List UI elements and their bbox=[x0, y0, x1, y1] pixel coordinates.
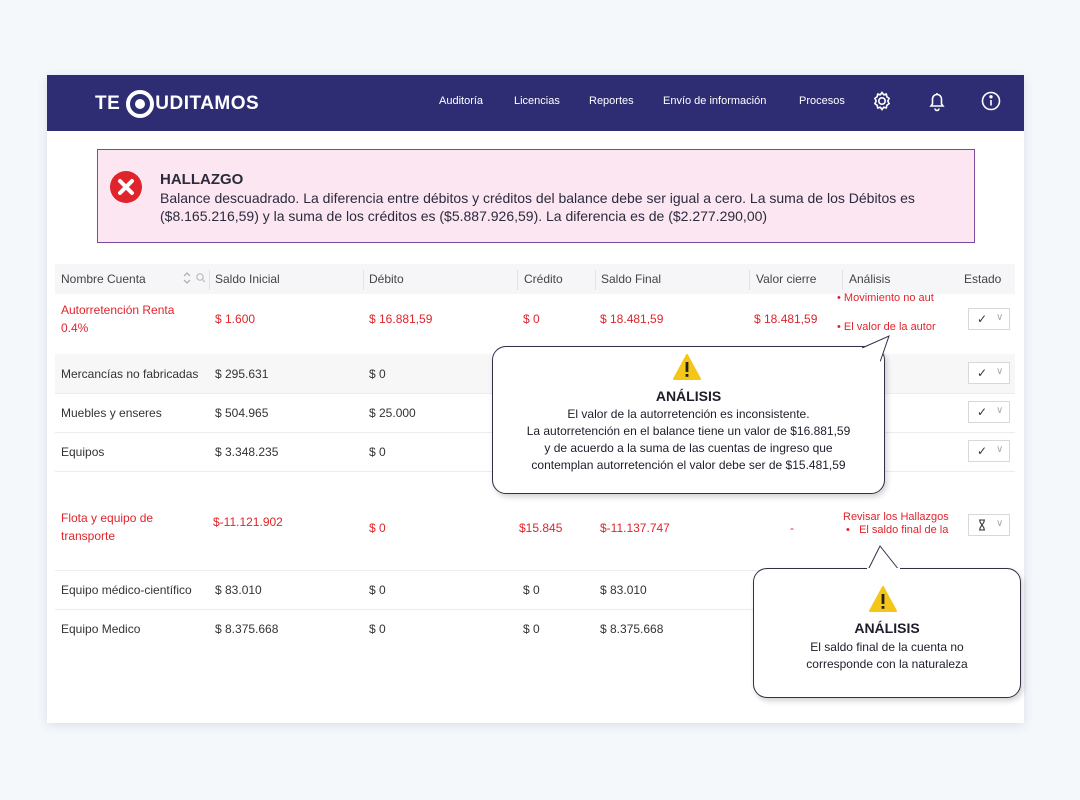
analisis-tooltip-autorretencion: ANÁLISIS El valor de la autorretención e… bbox=[492, 346, 885, 494]
tooltip-line: y de acuerdo a la suma de las cuentas de… bbox=[544, 441, 833, 455]
cell-saldo-final: $ 18.481,59 bbox=[600, 312, 664, 326]
col-estado[interactable]: Estado bbox=[964, 272, 1001, 286]
column-divider bbox=[749, 270, 750, 290]
nav-item-procesos[interactable]: Procesos bbox=[799, 95, 845, 107]
alert-title: HALLAZGO bbox=[160, 171, 244, 188]
analisis-bullet-text: El valor de la autor bbox=[843, 321, 936, 333]
hallazgo-alert: HALLAZGO Balance descuadrado. La diferen… bbox=[97, 149, 975, 243]
col-valor-cierre[interactable]: Valor cierre bbox=[756, 272, 816, 286]
status-dropdown[interactable]: ✓ ∨ bbox=[968, 308, 1010, 330]
info-icon[interactable] bbox=[979, 89, 1003, 113]
tooltip-line: El valor de la autorretención es inconsi… bbox=[567, 407, 810, 421]
warning-icon bbox=[672, 353, 702, 381]
hourglass-icon bbox=[979, 519, 985, 531]
analisis-tooltip-saldo-final: ANÁLISIS El saldo final de la cuenta no … bbox=[753, 568, 1021, 698]
tooltip-line: La autorretención en el balance tiene un… bbox=[526, 424, 851, 438]
cell-debito: $ 0 bbox=[369, 622, 386, 636]
bell-icon[interactable] bbox=[925, 89, 949, 113]
cell-saldo-inicial: $ 8.375.668 bbox=[215, 622, 279, 636]
warning-icon bbox=[868, 585, 898, 613]
cell-nombre: Equipo médico-científico bbox=[61, 583, 192, 597]
cell-credito: $ 0 bbox=[523, 583, 540, 597]
tooltip-line: corresponde con la naturaleza bbox=[806, 657, 968, 671]
col-analisis[interactable]: Análisis bbox=[849, 272, 890, 286]
cell-saldo-final: $ 8.375.668 bbox=[600, 622, 664, 636]
col-saldo-final[interactable]: Saldo Final bbox=[601, 272, 661, 286]
analisis-bullet-text: Movimiento no aut bbox=[843, 292, 934, 304]
column-divider bbox=[209, 270, 210, 290]
check-icon: ✓ bbox=[977, 312, 988, 326]
cell-valor-cierre: - bbox=[790, 521, 794, 535]
cell-nombre: Equipos bbox=[61, 445, 105, 459]
tooltip-pointer bbox=[860, 335, 890, 364]
chevron-down-icon: ∨ bbox=[996, 366, 1004, 377]
cell-credito: $15.845 bbox=[519, 521, 563, 535]
cell-credito: $ 0 bbox=[523, 312, 540, 326]
cell-debito: $ 25.000 bbox=[369, 406, 416, 420]
analisis-bullet[interactable]: • El valor de la autor bbox=[837, 321, 949, 333]
status-dropdown[interactable]: ✓ ∨ bbox=[968, 401, 1010, 423]
analisis-bullet[interactable]: • Movimiento no aut bbox=[837, 292, 949, 304]
gear-icon[interactable] bbox=[870, 89, 894, 113]
status-dropdown[interactable]: ✓ ∨ bbox=[968, 362, 1010, 384]
cell-saldo-inicial: $ 1.600 bbox=[215, 312, 256, 326]
check-icon: ✓ bbox=[977, 405, 988, 419]
col-nombre-cuenta[interactable]: Nombre Cuenta bbox=[61, 272, 146, 286]
nav-item-envio-informacion[interactable]: Envío de información bbox=[663, 95, 766, 107]
cell-credito: $ 0 bbox=[523, 622, 540, 636]
alert-message: Balance descuadrado. La diferencia entre… bbox=[160, 190, 915, 224]
cell-saldo-final: $ 83.010 bbox=[600, 583, 647, 597]
col-saldo-inicial[interactable]: Saldo Inicial bbox=[215, 272, 280, 286]
cell-nombre: Equipo Medico bbox=[61, 622, 141, 636]
chevron-down-icon: ∨ bbox=[996, 405, 1004, 416]
check-icon: ✓ bbox=[977, 366, 988, 380]
status-dropdown[interactable]: ∨ bbox=[968, 514, 1010, 536]
column-divider bbox=[363, 270, 364, 290]
table-header: Nombre Cuenta Saldo Inicial Débito Crédi… bbox=[55, 264, 1015, 294]
column-divider bbox=[517, 270, 518, 290]
cell-nombre: Muebles y enseres bbox=[61, 406, 162, 420]
cell-debito: $ 0 bbox=[369, 367, 386, 381]
sort-search-icon[interactable] bbox=[181, 271, 209, 285]
tooltip-line: contemplan autorretención el valor debe … bbox=[531, 458, 846, 472]
cell-debito: $ 0 bbox=[369, 521, 386, 535]
tooltip-pointer bbox=[867, 545, 900, 571]
analisis-bullet-text: El saldo final de la bbox=[859, 524, 949, 536]
tooltip-title: ANÁLISIS bbox=[854, 620, 920, 636]
cell-saldo-final: $-11.137.747 bbox=[600, 521, 670, 535]
nav-item-licencias[interactable]: Licencias bbox=[514, 95, 560, 107]
cell-saldo-inicial: $ 295.631 bbox=[215, 367, 269, 381]
cell-debito: $ 0 bbox=[369, 583, 386, 597]
chevron-down-icon: ∨ bbox=[996, 444, 1004, 455]
cell-debito: $ 16.881,59 bbox=[369, 312, 433, 326]
tooltip-line: El saldo final de la cuenta no bbox=[810, 640, 964, 654]
col-credito[interactable]: Crédito bbox=[524, 272, 563, 286]
cell-nombre: Mercancías no fabricadas bbox=[61, 367, 199, 381]
cell-saldo-inicial: $-11.121.902 bbox=[213, 515, 283, 529]
cell-nombre: Flota y equipo de transporte bbox=[61, 511, 154, 543]
nav-item-auditoria[interactable]: Auditoría bbox=[439, 95, 483, 107]
chevron-down-icon: ∨ bbox=[996, 518, 1004, 529]
top-navbar: TE UDITAMOS Auditoría Licencias Reportes… bbox=[47, 75, 1024, 131]
analisis-review-link[interactable]: Revisar los Hallazgos bbox=[843, 511, 949, 523]
nav-item-reportes[interactable]: Reportes bbox=[589, 95, 634, 107]
analisis-bullet[interactable]: • El saldo final de la bbox=[843, 524, 961, 536]
chevron-down-icon: ∨ bbox=[996, 312, 1004, 323]
tooltip-title: ANÁLISIS bbox=[655, 388, 722, 404]
cell-saldo-inicial: $ 83.010 bbox=[215, 583, 262, 597]
check-icon: ✓ bbox=[977, 444, 988, 458]
column-divider bbox=[595, 270, 596, 290]
cell-saldo-inicial: $ 3.348.235 bbox=[215, 445, 279, 459]
status-dropdown[interactable]: ✓ ∨ bbox=[968, 440, 1010, 462]
cell-valor-cierre: $ 18.481,59 bbox=[754, 312, 818, 326]
cell-saldo-inicial: $ 504.965 bbox=[215, 406, 269, 420]
cell-nombre: Autorretención Renta 0.4% bbox=[61, 303, 175, 335]
cell-debito: $ 0 bbox=[369, 445, 386, 459]
col-debito[interactable]: Débito bbox=[369, 272, 404, 286]
error-x-icon bbox=[109, 170, 143, 204]
column-divider bbox=[842, 270, 843, 290]
